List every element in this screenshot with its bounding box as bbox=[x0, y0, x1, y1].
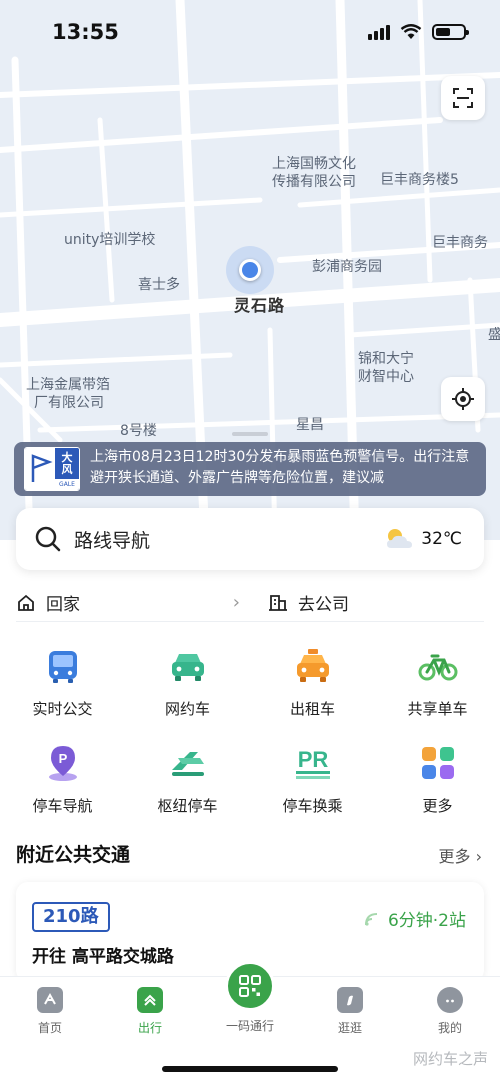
status-bar: 13:55 bbox=[0, 0, 500, 64]
park-ride-icon: PR bbox=[293, 743, 333, 783]
map-label-pengpu: 彭浦商务园 bbox=[312, 259, 382, 275]
qr-code-icon bbox=[225, 961, 275, 1011]
svg-text:P: P bbox=[58, 751, 67, 766]
bike-icon bbox=[418, 646, 458, 686]
service-taxi[interactable]: 出租车 bbox=[250, 646, 375, 719]
battery-icon bbox=[432, 24, 469, 40]
map-label-company: 上海国畅文化 bbox=[272, 156, 356, 172]
service-park-and-ride[interactable]: PR 停车换乘 bbox=[250, 743, 375, 816]
office-icon bbox=[269, 594, 287, 611]
route-destination: 开往 高平路交城路 bbox=[32, 947, 174, 967]
map-label-xishiduo: 喜士多 bbox=[138, 277, 180, 293]
tab-travel[interactable]: 出行 bbox=[100, 977, 200, 1046]
go-company-link[interactable]: 去公司 bbox=[250, 590, 484, 615]
service-ride-hailing[interactable]: 网约车 bbox=[125, 646, 250, 719]
current-location-marker bbox=[226, 246, 274, 294]
map-label-jinshu: 厂有限公司 bbox=[34, 395, 104, 411]
map-label-jinhe: 财智中心 bbox=[358, 369, 414, 385]
service-realtime-bus[interactable]: 实时公交 bbox=[0, 646, 125, 719]
route-eta: 6分钟·2站 bbox=[364, 906, 466, 931]
service-hub-parking[interactable]: 枢纽停车 bbox=[125, 743, 250, 816]
car-icon bbox=[168, 646, 208, 686]
warning-text: 上海市08月23日12时30分发布暴雨蓝色预警信号。出行注意避开狭长通道、外露广… bbox=[90, 449, 470, 486]
chevron-right-icon: › bbox=[232, 592, 240, 613]
service-more[interactable]: 更多 bbox=[375, 743, 500, 816]
tab-home[interactable]: 首页 bbox=[0, 977, 100, 1046]
temperature: 32℃ bbox=[421, 529, 462, 549]
service-shared-bike[interactable]: 共享单车 bbox=[375, 646, 500, 719]
service-parking-nav[interactable]: P 停车导航 bbox=[0, 743, 125, 816]
service-grid: 实时公交 网约车 出租车 共享单车 P 停车导航 枢纽停车 PR 停车换乘 更多 bbox=[0, 646, 500, 816]
route-search-bar[interactable]: 路线导航 32℃ bbox=[16, 508, 484, 570]
search-label: 路线导航 bbox=[74, 529, 151, 552]
map-label-jinhe: 锦和大宁 bbox=[358, 351, 414, 367]
tab-profile[interactable]: 我的 bbox=[400, 977, 500, 1046]
scan-icon bbox=[453, 88, 473, 108]
tab-explore[interactable]: 逛逛 bbox=[300, 977, 400, 1046]
go-home-link[interactable]: 回家 › bbox=[16, 590, 250, 615]
scan-button[interactable] bbox=[441, 76, 485, 120]
parking-pin-icon: P bbox=[43, 743, 83, 783]
map-label-jufeng: 巨丰商务楼5 bbox=[380, 172, 459, 188]
map-label-jinshu: 上海金属带箔 bbox=[26, 377, 110, 393]
go-home-label: 回家 bbox=[46, 595, 80, 615]
nearby-more-link[interactable]: 更多 › bbox=[438, 843, 482, 867]
sheet-drag-handle[interactable] bbox=[232, 432, 268, 436]
map-label-xingchang: 星昌 bbox=[296, 417, 324, 433]
travel-tab-icon bbox=[137, 987, 163, 1013]
weather-widget[interactable]: 32℃ bbox=[383, 526, 462, 552]
map-label-building8: 8号楼 bbox=[120, 423, 157, 439]
svg-text:PR: PR bbox=[297, 747, 328, 772]
gale-warning-icon: 大 风 GALE bbox=[24, 447, 80, 491]
wifi-icon bbox=[400, 24, 422, 39]
home-indicator[interactable] bbox=[162, 1066, 338, 1072]
chevron-right-icon: › bbox=[475, 847, 482, 866]
search-icon bbox=[35, 526, 61, 552]
bottom-tab-bar: 首页 出行 一码通行 逛逛 我的 bbox=[0, 961, 500, 1046]
locate-button[interactable] bbox=[441, 377, 485, 421]
grid-more-icon bbox=[418, 743, 458, 783]
hub-parking-icon bbox=[168, 743, 208, 783]
map-label-road: 灵石路 bbox=[234, 296, 286, 315]
realtime-signal-icon bbox=[364, 912, 377, 926]
tab-pass-code[interactable]: 一码通行 bbox=[200, 961, 300, 1046]
map-label-jufeng: 巨丰商务 bbox=[432, 235, 488, 251]
map-label-unity: unity培训学校 bbox=[64, 232, 156, 248]
partly-cloudy-icon bbox=[387, 529, 413, 548]
cellular-signal-icon bbox=[368, 24, 390, 40]
quick-destinations: 回家 › 去公司 bbox=[16, 584, 484, 622]
watermark: 网约车之声 bbox=[412, 1050, 488, 1068]
nearby-transit-title: 附近公共交通 bbox=[16, 844, 131, 866]
taxi-icon bbox=[293, 646, 333, 686]
status-icons bbox=[368, 24, 469, 40]
home-tab-icon bbox=[37, 987, 63, 1013]
weather-warning-banner[interactable]: 大 风 GALE 上海市08月23日12时30分发布暴雨蓝色预警信号。出行注意避… bbox=[14, 442, 486, 496]
explore-tab-icon bbox=[337, 987, 363, 1013]
profile-tab-icon bbox=[437, 987, 463, 1013]
home-icon bbox=[18, 594, 34, 611]
status-time: 13:55 bbox=[52, 20, 119, 44]
map-label-company: 传播有限公司 bbox=[272, 174, 356, 190]
route-number: 210路 bbox=[32, 902, 110, 932]
bus-icon bbox=[43, 646, 83, 686]
go-company-label: 去公司 bbox=[298, 595, 349, 615]
map-label-sheng: 盛 bbox=[488, 327, 500, 343]
locate-icon bbox=[452, 388, 474, 410]
